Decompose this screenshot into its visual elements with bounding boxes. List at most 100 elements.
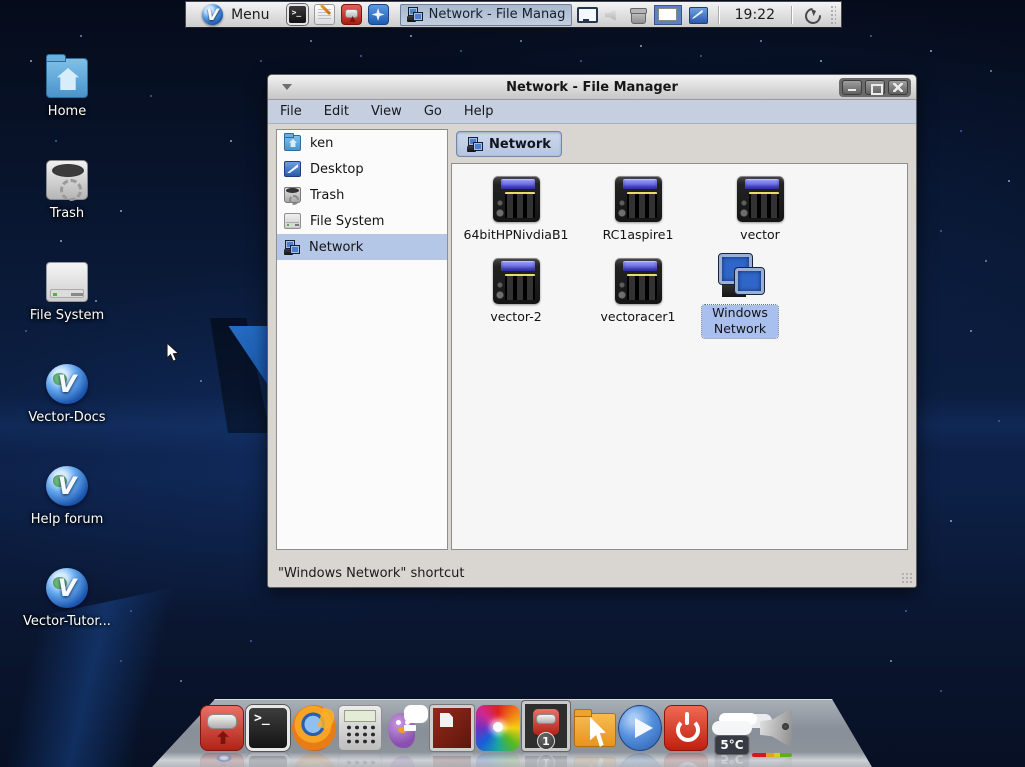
resize-grip[interactable] — [901, 572, 913, 584]
dock-terminal-icon[interactable] — [246, 705, 290, 751]
file-item-64bitHPNivdiaB1[interactable]: 64bitHPNivdiaB1 — [458, 176, 574, 243]
nas-server-icon — [493, 176, 540, 222]
cursor-arrow-icon — [590, 717, 612, 747]
system-tray: 19:22 — [576, 5, 838, 25]
sidebar-item-label: ken — [310, 136, 333, 151]
dock-media-player-icon[interactable] — [618, 705, 662, 751]
close-button[interactable] — [888, 80, 908, 95]
sidebar-item-file-system[interactable]: File System — [277, 208, 447, 234]
dock-calculator-icon[interactable] — [338, 705, 382, 751]
pidgin-eyes — [396, 720, 401, 725]
menu-button[interactable]: Menu — [193, 2, 275, 27]
file-item-vector[interactable]: vector — [702, 176, 818, 243]
desktop-icon-file-system[interactable]: File System — [19, 262, 115, 323]
panel-drag-handle[interactable] — [830, 5, 836, 24]
file-item-label-selected: Windows Network — [702, 305, 778, 338]
text-editor-launcher-icon[interactable] — [314, 4, 335, 25]
desktop-icon — [284, 161, 301, 177]
pidgin-beak — [398, 727, 407, 733]
taskbar-item-network-file-manager[interactable]: Network - File Manager — [400, 4, 572, 26]
sidebar-item-ken[interactable]: ken — [277, 130, 447, 156]
vectorlinux-logo-icon — [202, 4, 223, 25]
dock-file-cabinet-icon[interactable] — [430, 705, 474, 751]
path-button-network[interactable]: Network — [456, 131, 562, 157]
network-icon — [467, 137, 483, 152]
desktop-icon-label: Vector-Docs — [28, 411, 105, 425]
menu-view[interactable]: View — [371, 104, 402, 119]
desktop-icon-help-forum[interactable]: Help forum — [19, 466, 115, 527]
vector-globe-icon — [46, 568, 88, 608]
file-item-RC1aspire1[interactable]: RC1aspire1 — [580, 176, 696, 243]
top-panel: Menu Network - File Manager 19:22 — [185, 1, 842, 28]
workspace-switcher[interactable] — [654, 5, 682, 25]
file-item-label: vector-2 — [490, 309, 541, 325]
sidebar-item-trash[interactable]: Trash — [277, 182, 447, 208]
desktop-icon-home[interactable]: Home — [19, 58, 115, 119]
dock-package-manager-icon[interactable] — [200, 705, 244, 751]
menu-file[interactable]: File — [280, 104, 302, 119]
nas-server-icon — [737, 176, 784, 222]
vector-globe-icon — [46, 364, 88, 404]
menu-button-label: Menu — [231, 7, 269, 23]
display-tray-icon[interactable] — [576, 6, 596, 24]
dock-shutdown-icon[interactable] — [664, 705, 708, 751]
trash-icon — [46, 160, 88, 200]
logout-icon[interactable] — [802, 6, 822, 24]
panel-separator — [718, 6, 719, 24]
dock-firefox-icon[interactable] — [292, 705, 336, 751]
terminal-launcher-icon[interactable] — [287, 4, 308, 25]
dock-open-window-gslapt[interactable]: 1 — [522, 701, 570, 751]
file-item-label: RC1aspire1 — [603, 227, 674, 243]
dock-active-glow — [216, 754, 232, 762]
titlebar[interactable]: Network - File Manager — [268, 75, 916, 100]
desktop-icon-trash[interactable]: Trash — [19, 160, 115, 221]
drive-icon — [284, 213, 301, 229]
home-folder-icon — [46, 58, 88, 98]
menu-go[interactable]: Go — [424, 104, 442, 119]
display-settings-tray-icon[interactable] — [688, 6, 708, 24]
dock-volume-icon[interactable] — [756, 705, 800, 751]
desktop-icon-vector-docs[interactable]: Vector-Docs — [19, 364, 115, 425]
package-manager-launcher-icon[interactable] — [341, 4, 362, 25]
network-icon — [284, 240, 300, 255]
sidebar-item-network[interactable]: Network — [277, 234, 447, 260]
window-title: Network - File Manager — [268, 80, 916, 95]
dock-file-manager-icon[interactable] — [572, 705, 616, 751]
file-item-vectoracer1[interactable]: vectoracer1 — [580, 258, 696, 325]
side-pane: ken Desktop Trash File System Network — [276, 129, 448, 550]
sidebar-item-label: Trash — [310, 188, 344, 203]
file-item-label: 64bitHPNivdiaB1 — [464, 227, 569, 243]
dock-weather-icon[interactable]: 5°C — [710, 705, 754, 751]
menu-help[interactable]: Help — [464, 104, 494, 119]
file-item-label: vector — [740, 227, 780, 243]
path-button-label: Network — [489, 137, 551, 152]
volume-tray-icon[interactable] — [602, 6, 622, 24]
minimize-button[interactable] — [842, 80, 862, 95]
status-text: "Windows Network" shortcut — [278, 566, 464, 581]
workspace-1[interactable] — [658, 8, 677, 21]
file-item-windows-network[interactable]: Windows Network — [702, 254, 778, 338]
menu-edit[interactable]: Edit — [324, 104, 349, 119]
desktop-icon-label: Vector-Tutor... — [23, 615, 111, 629]
nas-server-icon — [615, 258, 662, 304]
control-center-launcher-icon[interactable] — [368, 4, 389, 25]
desktop-icon-vector-tutorial[interactable]: Vector-Tutor... — [19, 568, 115, 629]
dock: 1 5°C — [200, 701, 800, 751]
vector-globe-icon — [46, 466, 88, 506]
print-queue-tray-icon[interactable] — [628, 6, 648, 24]
desktop-icon-label: File System — [30, 309, 104, 323]
file-view[interactable]: 64bitHPNivdiaB1 RC1aspire1 vector vector… — [451, 163, 908, 550]
nas-server-icon — [493, 258, 540, 304]
window-count-badge: 1 — [537, 732, 555, 750]
sidebar-item-desktop[interactable]: Desktop — [277, 156, 447, 182]
clock[interactable]: 19:22 — [729, 7, 781, 23]
dock-pidgin-icon[interactable] — [384, 705, 428, 751]
file-item-vector-2[interactable]: vector-2 — [458, 258, 574, 325]
windows-network-icon — [717, 254, 764, 300]
dock-color-wheel-icon[interactable] — [476, 705, 520, 751]
sidebar-item-label: Desktop — [310, 162, 364, 177]
trash-icon — [284, 187, 301, 203]
maximize-button[interactable] — [865, 80, 885, 95]
volume-level-bar — [752, 753, 792, 757]
taskbar-item-label: Network - File Manager — [429, 7, 565, 22]
